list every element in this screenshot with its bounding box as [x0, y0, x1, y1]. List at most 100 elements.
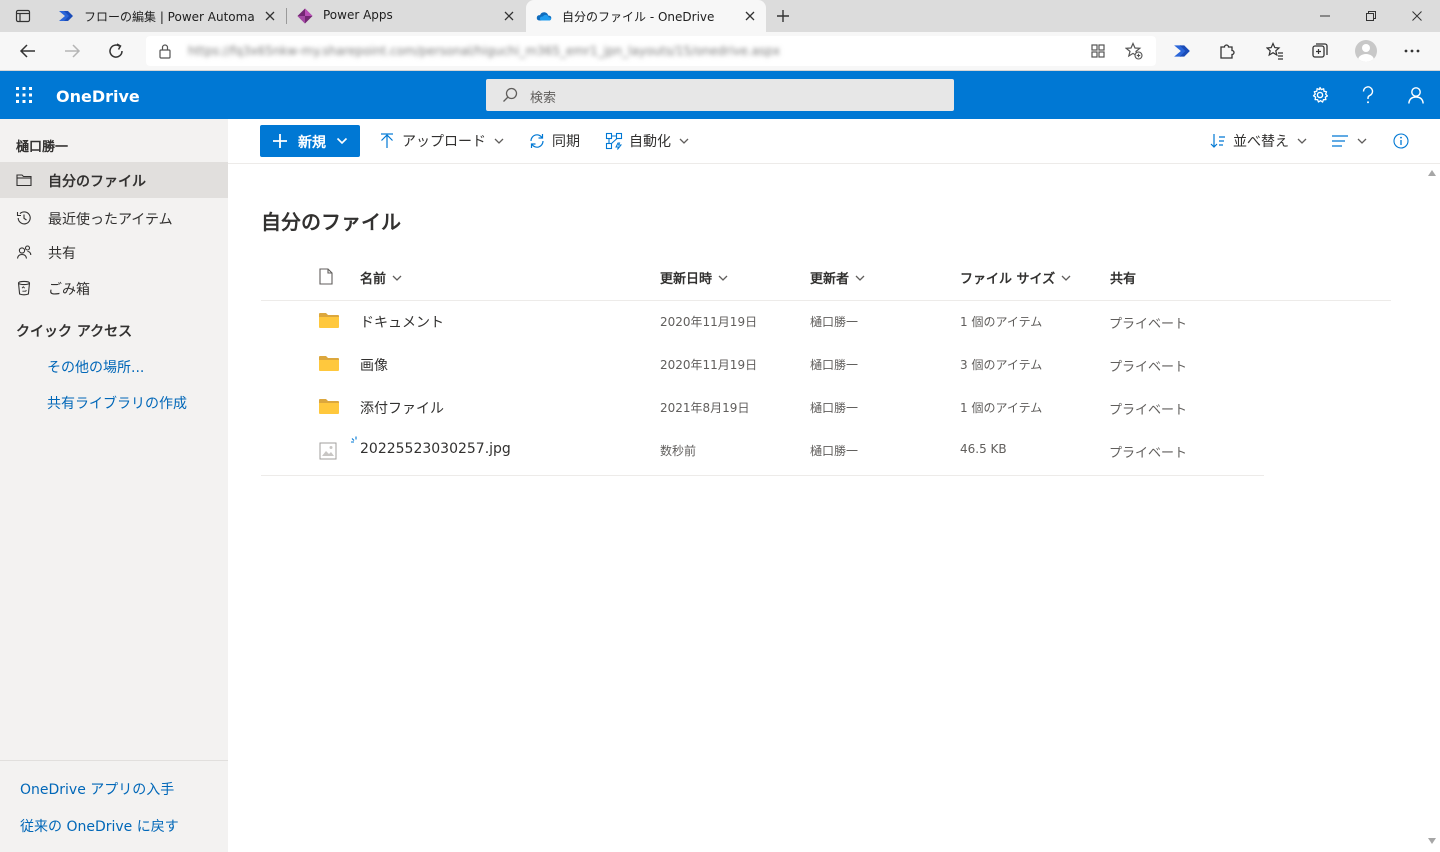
nav-item-shared[interactable]: 共有 [0, 234, 228, 270]
settings-more-button[interactable] [1397, 36, 1427, 66]
settings-button[interactable] [1296, 71, 1344, 119]
browser-tab-power-automate[interactable]: フローの編集 | Power Automate [48, 0, 287, 32]
column-header-sharing[interactable]: 共有 [1110, 268, 1136, 287]
chevron-down-icon [1061, 275, 1071, 281]
sharing-status[interactable]: プライベート [1109, 356, 1187, 375]
user-name: 樋口勝一 [16, 140, 69, 155]
column-header-label: 名前 [360, 272, 387, 287]
tab-close-button[interactable] [740, 6, 760, 26]
vertical-scrollbar[interactable] [1424, 164, 1440, 852]
view-options-button[interactable] [1331, 125, 1367, 157]
profile-button[interactable] [1351, 36, 1381, 66]
collections-button[interactable] [1305, 36, 1335, 66]
address-bar[interactable]: https://fq3x65nkw-my.sharepoint.com/pers… [146, 36, 1156, 66]
extensions-button[interactable] [1212, 36, 1242, 66]
sync-button[interactable]: 同期 [528, 125, 580, 157]
arrow-right-icon [65, 44, 81, 58]
sharing-status[interactable]: プライベート [1109, 313, 1187, 332]
automate-button[interactable]: 自動化 [605, 125, 689, 157]
sort-icon [1210, 134, 1225, 148]
favorites-list-icon [1266, 42, 1283, 60]
browser-tab-onedrive[interactable]: 自分のファイル - OneDrive [526, 0, 766, 32]
forward-button[interactable] [57, 36, 87, 66]
file-type-column-header[interactable] [319, 268, 333, 285]
tab-title: 自分のファイル - OneDrive [562, 10, 715, 24]
close-icon [265, 11, 275, 21]
table-row[interactable]: 画像 2020年11月19日 樋口勝一 3 個のアイテム プライベート [261, 343, 1264, 386]
account-button[interactable] [1392, 71, 1440, 119]
refresh-button[interactable] [101, 36, 131, 66]
tab-actions-icon [15, 9, 31, 23]
sharing-status[interactable]: プライベート [1109, 442, 1187, 461]
help-button[interactable] [1344, 71, 1392, 119]
info-pane-button[interactable] [1392, 125, 1410, 157]
modified-by: 樋口勝一 [810, 358, 859, 372]
sharing-status[interactable]: プライベート [1109, 399, 1187, 418]
plus-icon [273, 134, 287, 148]
column-header-modified[interactable]: 更新日時 [660, 268, 728, 287]
table-row[interactable]: ドキュメント 2020年11月19日 樋口勝一 1 個のアイテム プライベート [261, 300, 1264, 343]
close-icon [1412, 11, 1422, 21]
file-name[interactable]: 20225523030257.jpg [360, 441, 511, 457]
nav-item-recycle-bin[interactable]: ごみ箱 [0, 270, 228, 306]
table-row[interactable]: 添付ファイル 2021年8月19日 樋口勝一 1 個のアイテム プライベート [261, 386, 1264, 429]
column-header-name[interactable]: 名前 [360, 268, 402, 287]
create-shared-library-link[interactable]: 共有ライブラリの作成 [47, 393, 187, 413]
column-header-modified-by[interactable]: 更新者 [810, 268, 865, 287]
document-icon [319, 268, 333, 285]
nav-item-label: 自分のファイル [48, 174, 146, 190]
tab-actions-button[interactable] [0, 0, 46, 32]
new-button[interactable]: 新規 [260, 125, 360, 157]
window-close-button[interactable] [1394, 0, 1440, 32]
nav-item-my-files[interactable]: 自分のファイル [0, 162, 228, 198]
command-bar: 新規 アップロード 同期 自動化 並べ替え [228, 119, 1440, 164]
nav-item-label: 共有 [48, 246, 76, 262]
column-header-file-size[interactable]: ファイル サイズ [960, 268, 1071, 287]
chevron-down-icon [392, 275, 402, 281]
restore-button[interactable] [1348, 0, 1394, 32]
refresh-icon [109, 43, 123, 58]
add-favorite-button[interactable] [1122, 40, 1146, 62]
gear-icon [1312, 86, 1329, 103]
app-available-button[interactable] [1086, 40, 1110, 62]
browser-toolbar: https://fq3x65nkw-my.sharepoint.com/pers… [0, 32, 1440, 71]
minimize-icon [1320, 15, 1330, 17]
person-icon [1408, 87, 1424, 104]
plus-icon [777, 10, 789, 22]
minimize-button[interactable] [1302, 0, 1348, 32]
upload-button[interactable]: アップロード [378, 125, 504, 157]
app-name[interactable]: OneDrive [56, 87, 140, 106]
power-automate-extension-button[interactable] [1167, 36, 1197, 66]
more-places-link[interactable]: その他の場所... [47, 357, 144, 377]
recycle-bin-icon [17, 280, 31, 296]
star-add-icon [1125, 42, 1143, 60]
scroll-down-icon[interactable] [1428, 838, 1436, 844]
chevron-down-icon [336, 137, 348, 145]
restore-icon [1366, 11, 1376, 21]
table-row[interactable]: 20225523030257.jpg 数秒前 樋口勝一 46.5 KB プライベ… [261, 429, 1264, 472]
modified-by: 樋口勝一 [810, 444, 859, 458]
back-button[interactable] [13, 36, 43, 66]
sort-button[interactable]: 並べ替え [1209, 125, 1307, 157]
search-box[interactable]: 検索 [486, 79, 954, 111]
file-name[interactable]: ドキュメント [360, 312, 444, 332]
sort-label: 並べ替え [1233, 134, 1289, 150]
get-onedrive-app-link[interactable]: OneDrive アプリの入手 [20, 779, 174, 799]
scroll-up-icon[interactable] [1428, 170, 1436, 176]
return-classic-onedrive-link[interactable]: 従来の OneDrive に戻す [20, 816, 179, 836]
avatar [1355, 40, 1377, 62]
suite-header: OneDrive 検索 [0, 71, 1440, 119]
left-navigation: 樋口勝一 自分のファイル 最近使ったアイテム 共有 ごみ箱 クイック アクセス … [0, 119, 228, 852]
upload-label: アップロード [402, 134, 486, 150]
page-title: 自分のファイル [261, 210, 401, 234]
nav-item-recent[interactable]: 最近使ったアイテム [0, 200, 228, 236]
browser-tab-power-apps[interactable]: Power Apps [287, 0, 525, 32]
waffle-icon [16, 87, 32, 103]
file-name[interactable]: 画像 [360, 355, 388, 375]
new-tab-button[interactable] [770, 4, 796, 28]
tab-close-button[interactable] [260, 6, 280, 26]
file-name[interactable]: 添付ファイル [360, 398, 444, 418]
favorites-button[interactable] [1260, 36, 1290, 66]
app-launcher-button[interactable] [12, 83, 36, 107]
tab-close-button[interactable] [499, 6, 519, 26]
